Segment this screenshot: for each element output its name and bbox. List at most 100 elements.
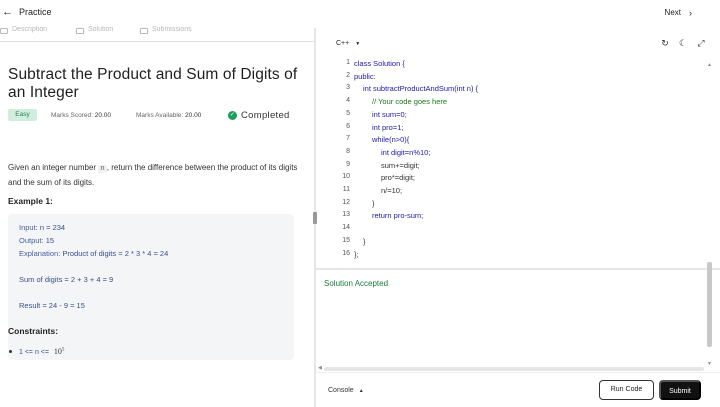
language-value: C++ — [336, 40, 350, 47]
line-number: 16 — [342, 249, 350, 257]
code-line: while(n>0){ — [372, 135, 410, 145]
code-line: } — [372, 198, 375, 208]
bullet-icon — [9, 350, 12, 353]
example-title: Example 1: — [8, 196, 53, 206]
line-number: 3 — [346, 84, 350, 92]
code-line: int sum=0; — [372, 109, 407, 119]
code-line: n/=10; — [381, 186, 403, 195]
line-number: 4 — [346, 97, 350, 105]
example-box: Input: n = 234 Output: 15 Explanation: P… — [8, 214, 294, 360]
bulb-icon — [76, 28, 84, 34]
constraints-title: Constraints: — [8, 326, 59, 336]
check-circle-icon: ✓ — [228, 111, 237, 120]
scrollbar-thumb[interactable] — [707, 262, 712, 347]
arrow-left-icon: ← — [2, 5, 13, 18]
caret-up-icon: ▲ — [358, 387, 364, 394]
code-line: int digit=n%10; — [381, 147, 431, 157]
marks-available-value: 20.00 — [185, 112, 202, 119]
code-line: } — [363, 236, 366, 246]
action-bar: Console ▲ Run Code Submit — [316, 372, 720, 407]
marks-available: Marks Available: 20.00 — [136, 112, 201, 119]
caret-down-icon: ▼ — [355, 40, 361, 47]
variable-n: n — [98, 165, 107, 173]
constraint-text: 1 <= n <= 105 — [19, 347, 64, 356]
marks-available-label: Marks Available: — [136, 112, 184, 119]
code-editor[interactable]: 1 class Solution {2 public: 3 int subtractPr… — [318, 57, 720, 267]
constraint-item: 1 <= n <= 105 — [9, 347, 64, 356]
console-label: Console — [328, 387, 354, 394]
constraint-exponent: 5 — [61, 347, 65, 353]
problem-description: Given an integer number n, return the di… — [8, 161, 298, 189]
marks-scored: Marks Scored: 20.00 — [51, 112, 111, 119]
history-icon — [140, 28, 148, 34]
tab-description[interactable]: Description — [0, 26, 62, 41]
code-line: sum+=digit; — [381, 160, 420, 170]
tab-label: Description — [12, 26, 48, 33]
output-label: Output: — [19, 236, 44, 245]
back-label: Practice — [19, 7, 52, 17]
document-icon — [0, 28, 8, 34]
run-code-button[interactable]: Run Code — [599, 380, 654, 400]
code-line: int subtractProductAndSum(int n) { — [363, 84, 479, 94]
code-line: public: — [354, 71, 376, 81]
back-to-practice-link[interactable]: ← Practice — [2, 5, 52, 18]
submit-button[interactable]: Submit — [659, 380, 701, 400]
description-text-start: Given an integer number — [8, 163, 99, 172]
scrollbar-track[interactable] — [324, 367, 704, 371]
line-number: 8 — [346, 147, 350, 155]
problem-tabs: Description Solution Submissions — [0, 26, 314, 42]
scroll-down-icon[interactable]: ▼ — [707, 361, 712, 367]
constraint-power: 105 — [54, 347, 65, 356]
line-number: 1 — [346, 59, 350, 66]
reset-icon[interactable]: ↻ — [660, 38, 670, 48]
editor-icons: ↻ ☾ ⤢ — [660, 38, 706, 48]
result-message: Solution Accepted — [324, 279, 389, 288]
status-label: Completed — [241, 110, 290, 121]
line-number: 5 — [346, 109, 350, 117]
constraint-base: 10 — [53, 347, 62, 356]
scroll-up-icon[interactable]: ▲ — [707, 62, 712, 68]
line-number: 9 — [346, 160, 350, 168]
next-label: Next — [664, 8, 681, 17]
next-problem-link[interactable]: Next › — [665, 8, 692, 17]
difficulty-badge: Easy — [8, 109, 37, 121]
marks-scored-value: 20.00 — [94, 112, 111, 119]
explanation-value: Product of digits = 2 * 3 * 4 = 24 — [60, 249, 169, 258]
completed-status: ✓ Completed — [228, 110, 290, 121]
line-number: 14 — [342, 224, 350, 232]
top-bar: ← Practice Next › — [0, 0, 720, 28]
example-output: Output: 15 — [19, 236, 54, 245]
line-number: 10 — [342, 173, 350, 181]
tab-label: Solution — [88, 26, 114, 33]
line-number: 15 — [342, 236, 350, 244]
problem-title: Subtract the Product and Sum of Digits o… — [8, 66, 298, 101]
example-sum-line: Sum of digits = 2 + 3 + 4 = 9 — [19, 275, 114, 284]
resize-handle[interactable] — [313, 212, 317, 224]
marks-scored-label: Marks Scored: — [51, 112, 93, 119]
line-number: 13 — [342, 211, 350, 219]
example-input: Input: n = 234 — [19, 223, 65, 232]
example-explanation: Explanation: Product of digits = 2 * 3 *… — [19, 249, 168, 258]
fullscreen-icon[interactable]: ⤢ — [696, 38, 706, 48]
tab-solution[interactable]: Solution — [76, 26, 114, 41]
line-number: 11 — [342, 186, 350, 193]
problem-panel: Subtract the Product and Sum of Digits o… — [0, 42, 314, 407]
code-line: class Solution { — [354, 59, 405, 68]
problem-meta: Easy Marks Scored: 20.00 Marks Available… — [8, 109, 308, 123]
tab-submissions[interactable]: Submissions — [140, 26, 192, 41]
output-separator — [316, 268, 720, 270]
constraint-range: 1 <= n <= — [19, 349, 51, 356]
explanation-label: Explanation: — [19, 249, 61, 258]
console-toggle[interactable]: Console ▲ — [328, 387, 364, 394]
input-label: Input: — [19, 223, 38, 232]
code-line: }; — [354, 249, 359, 259]
language-select[interactable]: C++ ▼ — [336, 40, 360, 47]
code-line: int pro=1; — [372, 122, 404, 132]
scroll-left-icon[interactable]: ◀ — [318, 365, 322, 371]
line-number: 6 — [346, 122, 350, 130]
code-line: return pro-sum; — [372, 211, 424, 221]
vertical-scrollbar[interactable]: ▲ ▼ — [706, 62, 714, 367]
code-line: // Your code goes here — [372, 97, 448, 107]
theme-icon[interactable]: ☾ — [678, 38, 688, 48]
editor-toolbar: C++ ▼ ↻ ☾ ⤢ — [318, 34, 720, 54]
